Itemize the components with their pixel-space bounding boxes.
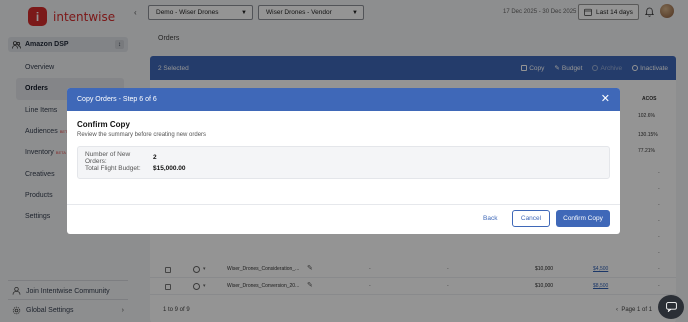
summary-label: Total Flight Budget: bbox=[85, 165, 141, 172]
copy-orders-modal: Copy Orders - Step 6 of 6 ✕ Confirm Copy… bbox=[67, 88, 620, 234]
chat-icon bbox=[665, 302, 677, 312]
summary-label: Number of New Orders: bbox=[85, 150, 131, 165]
modal-footer: Back Cancel Confirm Copy bbox=[67, 204, 620, 234]
summary-box: Number of New Orders: 2 Total Flight Bud… bbox=[77, 146, 610, 179]
back-button[interactable]: Back bbox=[483, 215, 497, 222]
summary-row-orders: Number of New Orders: 2 bbox=[85, 150, 602, 165]
modal-header: Copy Orders - Step 6 of 6 ✕ bbox=[67, 88, 620, 111]
summary-value: $15,000.00 bbox=[153, 165, 186, 172]
summary-row-budget: Total Flight Budget: $15,000.00 bbox=[85, 163, 602, 174]
modal-body: Confirm Copy Review the summary before c… bbox=[67, 111, 620, 179]
chat-widget-button[interactable] bbox=[658, 295, 684, 319]
summary-value: 2 bbox=[153, 154, 157, 161]
confirm-copy-button[interactable]: Confirm Copy bbox=[556, 210, 610, 227]
cancel-button[interactable]: Cancel bbox=[512, 210, 550, 227]
close-icon[interactable]: ✕ bbox=[601, 94, 610, 105]
modal-title: Confirm Copy bbox=[77, 120, 130, 129]
modal-subtitle: Review the summary before creating new o… bbox=[77, 132, 207, 138]
modal-header-title: Copy Orders - Step 6 of 6 bbox=[77, 96, 157, 103]
